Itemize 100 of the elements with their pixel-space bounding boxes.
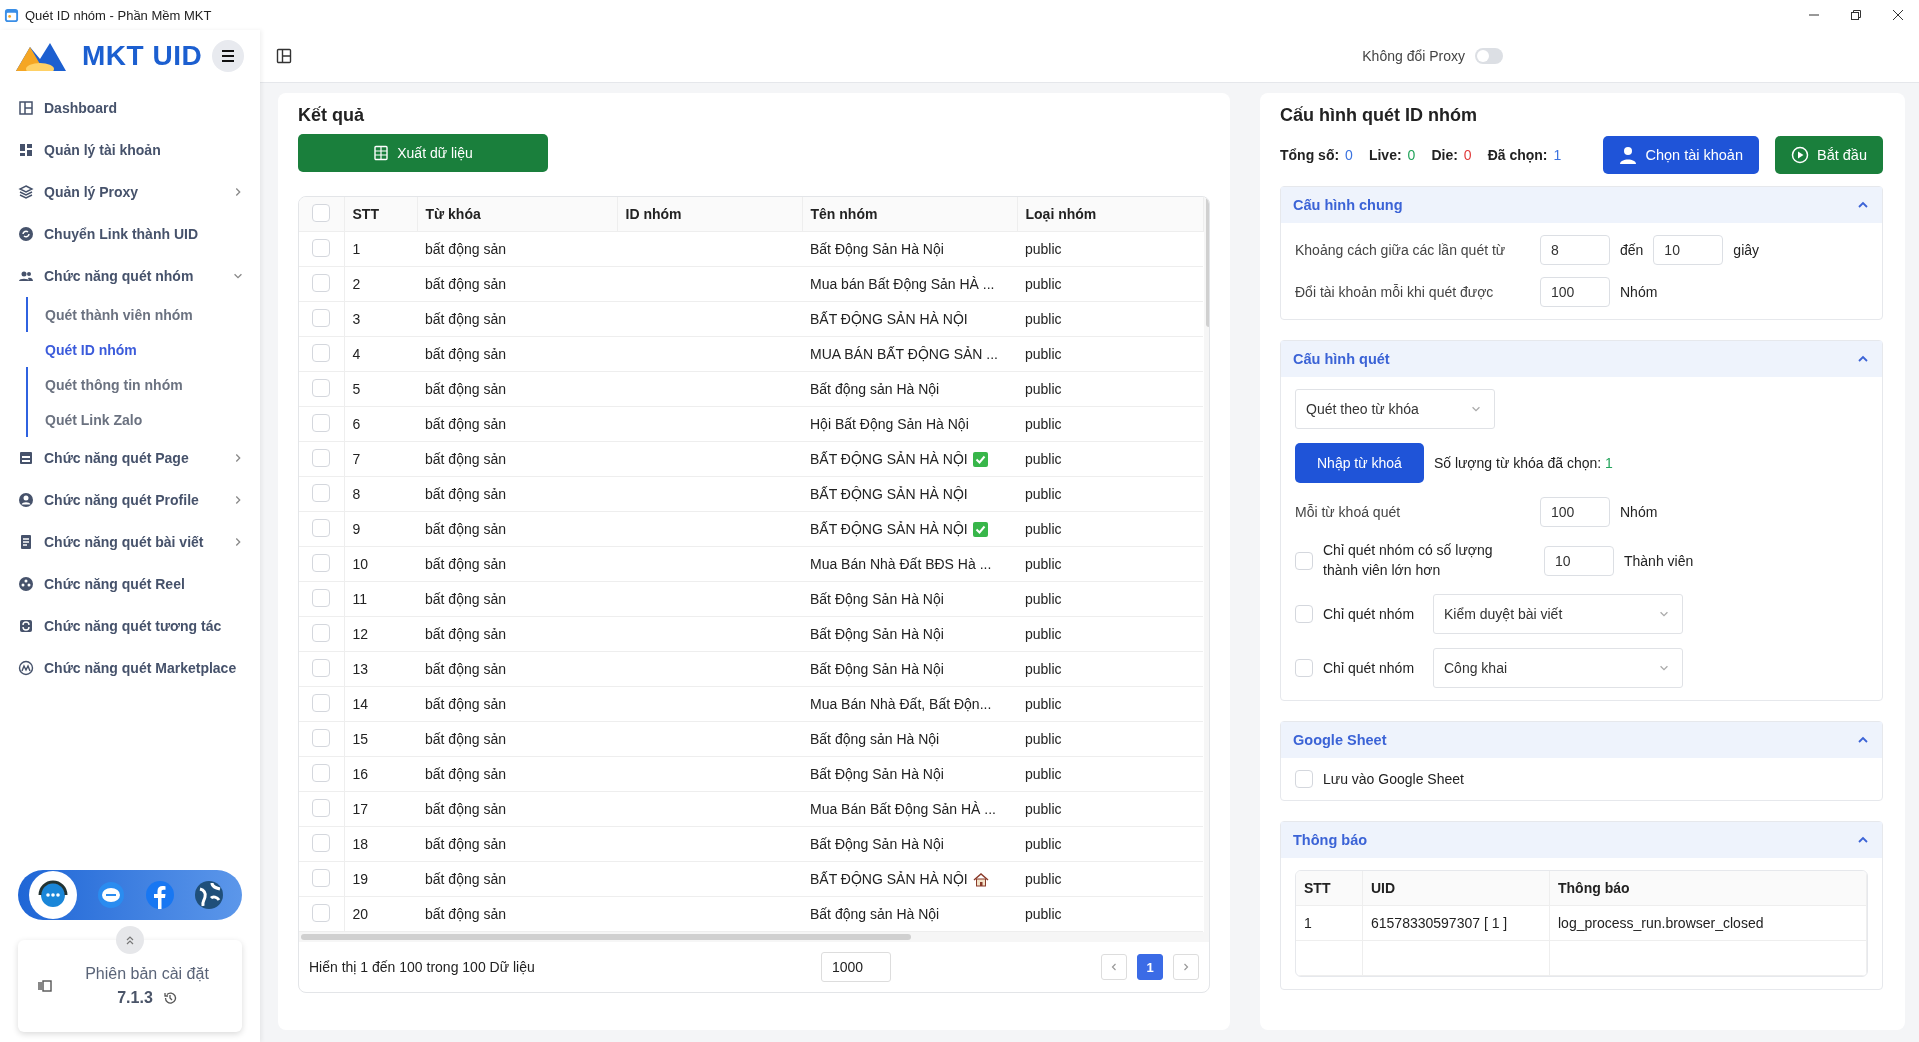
table-cell: bất động sản [417,896,617,932]
collapse-button[interactable] [116,926,144,954]
row-checkbox[interactable] [312,798,330,817]
input-field[interactable]: 100 [1540,277,1610,307]
export-button[interactable]: Xuất dữ liệu [298,134,548,172]
row-checkbox[interactable] [312,658,330,677]
table-cell: bất động sản [417,476,617,512]
chat-bubble-icon[interactable] [97,881,126,909]
section-header[interactable]: Cấu hình quét [1281,341,1882,377]
page-size-field[interactable]: 1000 [821,952,891,982]
sidebar-item[interactable]: Quản lý tài khoản [0,129,260,171]
row-checkbox[interactable] [312,273,330,292]
row-checkbox[interactable] [312,868,330,887]
table-cell: BẤT ĐỘNG SẢN HÀ NỘI [810,520,968,537]
input-field[interactable]: 100 [1540,497,1610,527]
row-checkbox[interactable] [312,378,330,397]
table-cell: 20 [344,896,417,932]
filter-checkbox[interactable] [1295,605,1313,624]
row-checkbox[interactable] [312,833,330,852]
column-header: UID [1362,871,1550,906]
film-icon [18,576,34,592]
sidebar-item[interactable]: Chức năng quét Page [0,437,260,479]
sidebar-item[interactable]: Chức năng quét tương tác [0,605,260,647]
row-checkbox[interactable] [312,448,330,467]
select-all-checkbox[interactable] [312,203,330,222]
sidebar-item[interactable]: Chức năng quét Marketplace [0,647,260,689]
row-checkbox[interactable] [312,693,330,712]
filter-dropdown[interactable]: Công khai [1433,648,1683,689]
section-header[interactable]: Google Sheet [1281,722,1882,759]
stat-label: Đã chọn: [1487,147,1548,163]
row-checkbox[interactable] [312,588,330,607]
sidebar-item[interactable]: Quản lý Proxy [0,171,260,213]
sidebar-item[interactable]: Chức năng quét bài viết [0,521,260,563]
row-checkbox[interactable] [312,238,330,257]
mode-dropdown[interactable]: Quét theo từ khóa [1295,389,1495,429]
row-checkbox[interactable] [312,728,330,747]
sidebar-item[interactable]: Dashboard [0,87,260,129]
submenu-item[interactable]: Quét thành viên nhóm [26,297,260,332]
double-chevron-up-icon [125,935,135,945]
headset-chat-icon[interactable] [27,870,78,920]
horizontal-scrollbar[interactable] [299,932,1209,942]
table-cell: public [1017,301,1203,337]
panel-icon [38,979,52,993]
table-cell: bất động sản [417,756,617,792]
row-checkbox[interactable] [312,518,330,537]
facebook-icon[interactable] [144,880,175,910]
filter-checkbox[interactable] [1295,659,1313,678]
restore-icon[interactable] [1851,10,1861,20]
row-checkbox[interactable] [312,308,330,327]
table-cell: 1 [344,231,417,267]
input-field[interactable]: 10 [1544,545,1614,576]
sidebar-item[interactable]: Chức năng quét Reel [0,563,260,605]
close-icon[interactable] [1893,10,1903,20]
table-cell: Mua bán Bất Động Sản HÀ ... [810,276,995,292]
table-cell: BẤT ĐỘNG SẢN HÀ NỘI [810,870,968,887]
input-field[interactable]: 8 [1540,235,1610,265]
proxy-toggle[interactable] [1475,48,1503,64]
sidebar-item[interactable]: Chức năng quét Profile [0,479,260,521]
sidebar-item[interactable]: Chuyển Link thành UID [0,213,260,255]
proxy-toggle-label: Không đổi Proxy [1362,48,1465,64]
table-cell: BẤT ĐỘNG SẢN HÀ NỘI [810,311,968,327]
window-title: Quét ID nhóm - Phần Mềm MKT [25,7,212,23]
page-button[interactable]: 1 [1137,954,1163,980]
row-checkbox[interactable] [312,763,330,782]
version-number: 7.1.3 [117,989,153,1007]
vertical-scrollbar[interactable] [1203,197,1209,932]
previous-page-button[interactable] [1101,954,1127,980]
row-checkbox[interactable] [312,483,330,502]
submenu-item[interactable]: Quét ID nhóm [26,332,260,367]
column-header: Tên nhóm [802,197,1017,232]
start-button[interactable]: Bắt đầu [1775,136,1883,174]
table-cell: Bất động sản Hà Nội [810,906,940,922]
row-checkbox[interactable] [312,903,330,922]
table-cell: 5 [344,371,417,407]
column-header: Thông báo [1549,871,1867,906]
section-header[interactable]: Cấu hình chung [1281,187,1882,223]
row-checkbox[interactable] [312,343,330,362]
menu-button[interactable] [212,40,244,72]
history-icon[interactable] [162,991,177,1005]
row-checkbox[interactable] [312,623,330,642]
choose-account-button[interactable]: Chọn tài khoản [1603,136,1759,174]
submenu-item[interactable]: Quét Link Zalo [26,402,260,437]
table-cell: 14 [344,686,417,722]
import-keywords-button[interactable]: Nhập từ khoá [1295,443,1424,483]
submenu-item[interactable]: Quét thông tin nhóm [26,367,260,402]
row-checkbox[interactable] [312,553,330,572]
sidebar-item[interactable]: Chức năng quét nhóm [0,255,260,297]
stat-label: Tổng số: [1280,147,1340,163]
globe-icon[interactable] [194,880,225,910]
section-header[interactable]: Thông báo [1281,822,1882,859]
column-header: STT [1296,871,1363,906]
layout-icon[interactable] [276,48,292,64]
row-checkbox[interactable] [312,413,330,432]
table-cell: public [1017,441,1203,477]
input-field[interactable]: 10 [1653,235,1724,265]
save-checkbox[interactable] [1295,770,1313,789]
table-cell: Mua Bán Nhà Đất BĐS Hà ... [810,556,992,572]
filter-dropdown[interactable]: Kiểm duyệt bài viết [1433,594,1683,635]
next-page-button[interactable] [1173,954,1199,980]
filter-checkbox[interactable] [1295,551,1313,570]
